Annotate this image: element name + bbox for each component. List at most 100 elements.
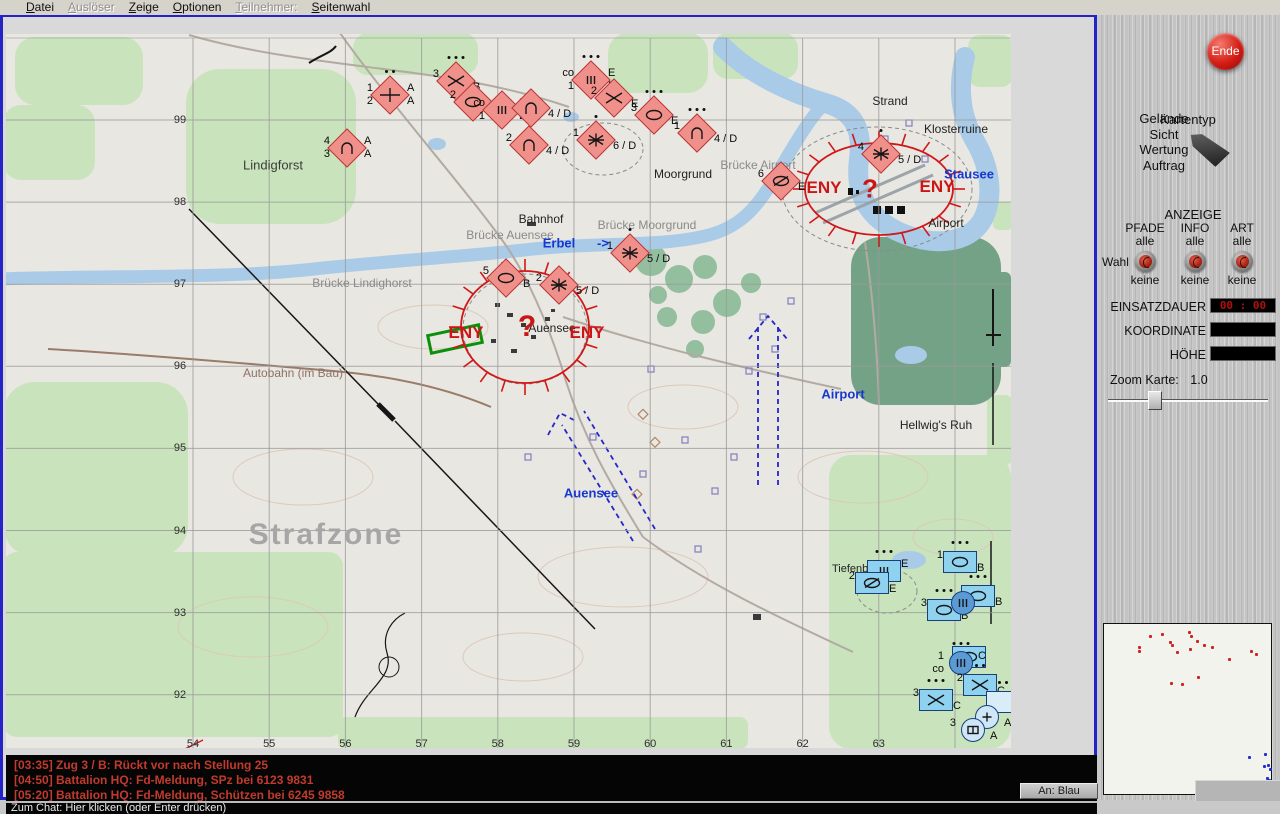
grid-label-y: 93 [173,606,187,619]
x-icon [447,75,465,87]
unit-label: E [798,181,806,193]
grid-label-x: 61 [720,738,733,748]
readout-display: 00 : 00 [1210,298,1276,313]
menu-item-auslser: Auslöser [68,0,115,14]
end-button[interactable]: Ende [1207,33,1244,70]
chat-prompt[interactable]: Zum Chat: Hier klicken (oder Enter drück… [11,802,226,814]
unit-label: 2 [848,570,855,582]
unit-label: 2 [956,672,963,684]
unit-label: 2 [366,95,373,107]
quad-icon [873,147,889,161]
anzeige-title: ANZEIGE [1164,207,1222,222]
unit-label: B [977,562,985,574]
grid-label-y: 98 [173,196,187,209]
unit-label: co [562,67,574,79]
zoom-slider-track[interactable] [1108,399,1268,402]
chat-target-button[interactable]: An: Blau [1020,783,1098,799]
arch-icon [341,142,353,154]
unit-label: C [978,650,986,662]
grid-label-y: 92 [173,688,187,701]
overview-map[interactable] [1103,623,1275,795]
readout-display [1210,346,1276,361]
minimap-enemy-dot [1161,633,1164,636]
zoom-slider-handle[interactable] [1148,391,1162,410]
place-label: Lindigforst [243,157,303,173]
minimap-friendly-dot [1269,768,1272,771]
minimap-friendly-dot [1263,765,1266,768]
zoom-karte-label: Zoom Karte: 1.0 [1110,373,1208,387]
minimap-enemy-dot [1196,640,1199,643]
unit-label: E [901,558,909,570]
cross-icon [380,88,400,102]
unit-label: 1 [366,82,373,94]
menu-item-teilnehmer: Teilnehmer: [235,0,298,14]
minimap-enemy-dot [1171,644,1174,647]
unit-label: 3 [432,68,439,80]
grid-label-x: 56 [339,738,352,748]
anzeige-column-art: ART alle keine [1216,222,1268,287]
place-label: Strand [872,94,908,108]
minimap-friendly-dot [1264,753,1267,756]
strength-dots [688,108,706,111]
place-label: Hellwig's Ruh [899,418,973,432]
wahl-label: Wahl [1102,255,1129,269]
chat-prompt-bar[interactable]: Zum Chat: Hier klicken (oder Enter drück… [6,803,1097,814]
unit-label: 1 [606,240,613,252]
arch-icon [523,139,535,151]
anzeige-keine-label: keine [1130,273,1160,287]
unit-label: 5 / D [576,285,600,297]
grid-label-x: 55 [263,738,276,748]
unit-label: 6 [757,168,764,180]
strength-dots [952,642,970,645]
place-label: Brücke Lindighorst [312,276,412,290]
unit-label: A [407,95,415,107]
readout-label: KOORDINATE [1124,324,1206,338]
anzeige-alle-label: alle [1185,234,1205,248]
readout-display [1210,322,1276,337]
unit-label: A [364,148,372,160]
unit-label: C [953,700,961,712]
unit-label: 3 [920,597,927,609]
unit-label: 4 [857,141,864,153]
unit-label: A [364,135,372,147]
unit-label: 1 [936,549,943,561]
unit-label: 5 [482,265,489,277]
place-label: Moorgrund [653,167,713,181]
minimap-friendly-dot [1267,764,1270,767]
minimap-enemy-dot [1149,635,1152,638]
unit-label: 1 [478,110,485,122]
oval-icon [497,272,515,284]
anzeige-toggle-knob[interactable] [1184,251,1206,272]
kartentyp-option-auftrag[interactable]: Auftrag [1104,158,1224,174]
unit-label: 3 [630,102,637,114]
menu-item-seitenwahl[interactable]: Seitenwahl [312,0,371,14]
ovalslash-icon [863,577,881,589]
grid-label-y: 97 [173,278,187,291]
anzeige-toggle-knob[interactable] [1231,251,1253,272]
place-label: ENY [448,323,484,342]
unit-label: E [889,583,897,595]
grid-label-x: 59 [567,738,581,748]
menu-bar: Datei Auslöser Zeige Optionen Teilnehmer: Sei… [0,0,1280,15]
minimap-enemy-dot [1197,676,1200,679]
strength-dots [975,664,985,667]
menu-item-datei[interactable]: Datei [26,0,54,14]
place-label: Erbel [542,235,576,251]
unit-label: 2 [505,132,512,144]
grid-label-x: 54 [186,738,200,748]
anzeige-alle-label: alle [1232,234,1252,248]
x-icon [927,694,945,706]
place-label: ENY [569,323,605,342]
kartentyp-option-gelnde[interactable]: Gelände [1104,111,1224,127]
arch-icon [525,102,537,114]
anzeige-alle-label: alle [1135,234,1155,248]
strength-dots [628,228,632,231]
unit-label: co [473,97,485,109]
anzeige-toggle-knob[interactable] [1134,251,1156,272]
menu-item-zeige[interactable]: Zeige [129,0,159,14]
unit-label: 1 [673,120,680,132]
place-label: Airport [928,216,964,230]
map-viewport[interactable]: Lindigforst Moorgrund Brücke Airport Strand… [6,34,1011,748]
menu-item-optionen[interactable]: Optionen [173,0,222,14]
strength-dots [998,681,1008,684]
